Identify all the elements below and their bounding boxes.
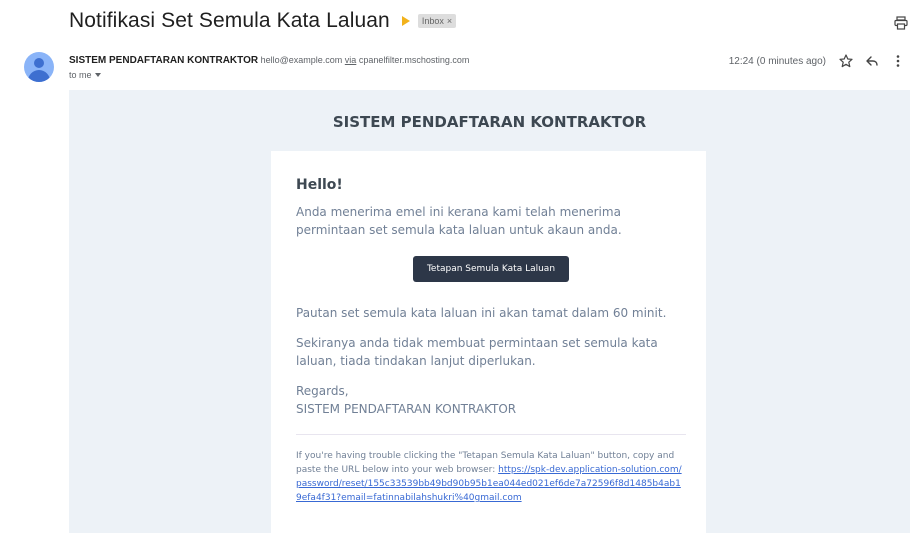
subcopy: If you're having trouble clicking the "T… [296,449,686,505]
recipient-details-toggle[interactable]: to me [69,70,101,80]
signature-text: SISTEM PENDAFTARAN KONTRAKTOR [296,402,517,416]
email-content-card: Hello! Anda menerima emel ini kerana kam… [271,151,706,533]
sender-avatar[interactable] [24,52,54,82]
intro-text: Anda menerima emel ini kerana kami telah… [296,205,622,237]
email-body: SISTEM PENDAFTARAN KONTRAKTOR Hello! And… [69,90,910,533]
subject-row: Notifikasi Set Semula Kata Laluan Inbox … [69,9,457,33]
inbox-label[interactable]: Inbox × [417,14,457,28]
sender-email: hello@example.com [260,55,343,65]
reply-icon[interactable] [864,53,880,69]
message-time: 12:24 (0 minutes ago) [728,55,826,67]
divider [296,434,686,435]
inbox-label-text: Inbox [421,16,444,26]
remove-label-icon[interactable]: × [447,16,452,26]
to-label: to me [69,70,92,80]
importance-marker-icon[interactable] [401,16,410,26]
chevron-down-icon [94,73,101,77]
regards-text: Regards, [296,384,349,398]
via-host: cpanelfilter.mschosting.com [358,55,470,65]
message-actions: 12:24 (0 minutes ago) [729,52,910,70]
via-link[interactable]: via [345,55,357,65]
greeting: Hello! [296,177,343,193]
reset-password-button[interactable]: Tetapan Semula Kata Laluan [412,256,570,282]
more-vert-icon[interactable] [890,53,906,69]
email-brand-header[interactable]: SISTEM PENDAFTARAN KONTRAKTOR [69,113,910,131]
star-icon[interactable] [838,53,854,69]
sender-name[interactable]: SISTEM PENDAFTARAN KONTRAKTOR [69,55,258,66]
email-subject: Notifikasi Set Semula Kata Laluan [69,9,390,32]
sender-line: SISTEM PENDAFTARAN KONTRAKTOR hello@exam… [69,55,469,66]
no-action-text: Sekiranya anda tidak membuat permintaan … [296,336,658,368]
expiry-text: Pautan set semula kata laluan ini akan t… [296,306,667,320]
print-icon[interactable] [894,16,908,30]
email-view: Notifikasi Set Semula Kata Laluan Inbox … [0,0,910,533]
